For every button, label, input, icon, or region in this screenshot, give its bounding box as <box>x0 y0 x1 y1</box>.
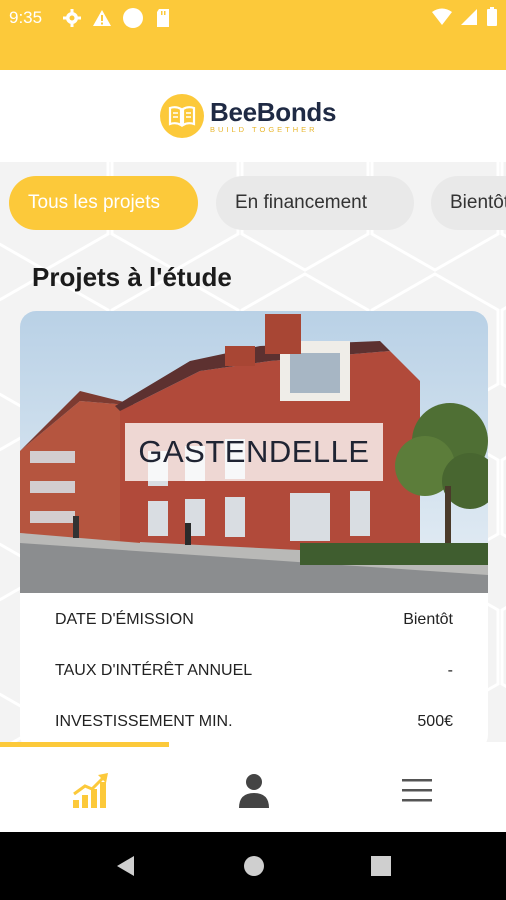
chip-coming-soon[interactable]: Bientôt <box>431 176 506 230</box>
menu-icon[interactable] <box>397 770 437 810</box>
back-icon[interactable] <box>114 854 138 883</box>
info-row-interest-rate: TAUX D'INTÉRÊT ANNUEL - <box>55 657 453 685</box>
info-value: Bientôt <box>403 611 453 628</box>
filter-chips: Tous les projets En financement Bientôt <box>9 176 506 232</box>
info-label: INVESTISSEMENT MIN. <box>55 713 233 730</box>
status-time: 9:35 <box>9 8 43 27</box>
battery-icon <box>486 7 498 32</box>
project-name: GASTENDELLE <box>138 434 370 469</box>
recents-icon[interactable] <box>369 854 393 883</box>
project-name-box: GASTENDELLE <box>125 423 383 481</box>
header: BeeBonds BUILD TOGETHER <box>0 70 506 162</box>
signal-icon <box>460 8 478 31</box>
app-bar <box>0 36 506 70</box>
chart-growth-icon[interactable] <box>71 770 111 810</box>
status-bar: 9:35 <box>0 0 506 36</box>
info-value: 500€ <box>417 713 453 730</box>
chip-funding[interactable]: En financement <box>216 176 414 230</box>
active-tab-indicator <box>0 742 169 747</box>
brand-logo[interactable]: BeeBonds BUILD TOGETHER <box>160 94 336 138</box>
system-navigation <box>0 832 506 900</box>
sd-card-icon <box>154 8 172 33</box>
info-label: DATE D'ÉMISSION <box>55 611 194 628</box>
gear-icon <box>62 8 82 33</box>
info-row-issue-date: DATE D'ÉMISSION Bientôt <box>55 606 453 634</box>
bottom-navigation <box>0 742 506 832</box>
profile-icon[interactable] <box>234 770 274 810</box>
section-title: Projets à l'étude <box>32 262 232 292</box>
project-card[interactable]: GASTENDELLE DATE D'ÉMISSION Bientôt TAUX… <box>20 311 488 751</box>
info-row-min-investment: INVESTISSEMENT MIN. 500€ <box>55 708 453 736</box>
wifi-icon <box>432 8 452 31</box>
brand-name: BeeBonds <box>210 96 337 127</box>
home-icon[interactable] <box>242 854 266 883</box>
bee-logo-icon <box>160 94 204 138</box>
warning-icon <box>92 8 112 33</box>
info-value: - <box>447 662 453 679</box>
brand-tagline: BUILD TOGETHER <box>210 124 318 134</box>
circle-icon <box>122 7 144 34</box>
info-label: TAUX D'INTÉRÊT ANNUEL <box>55 662 253 679</box>
chip-all-projects[interactable]: Tous les projets <box>9 176 198 230</box>
